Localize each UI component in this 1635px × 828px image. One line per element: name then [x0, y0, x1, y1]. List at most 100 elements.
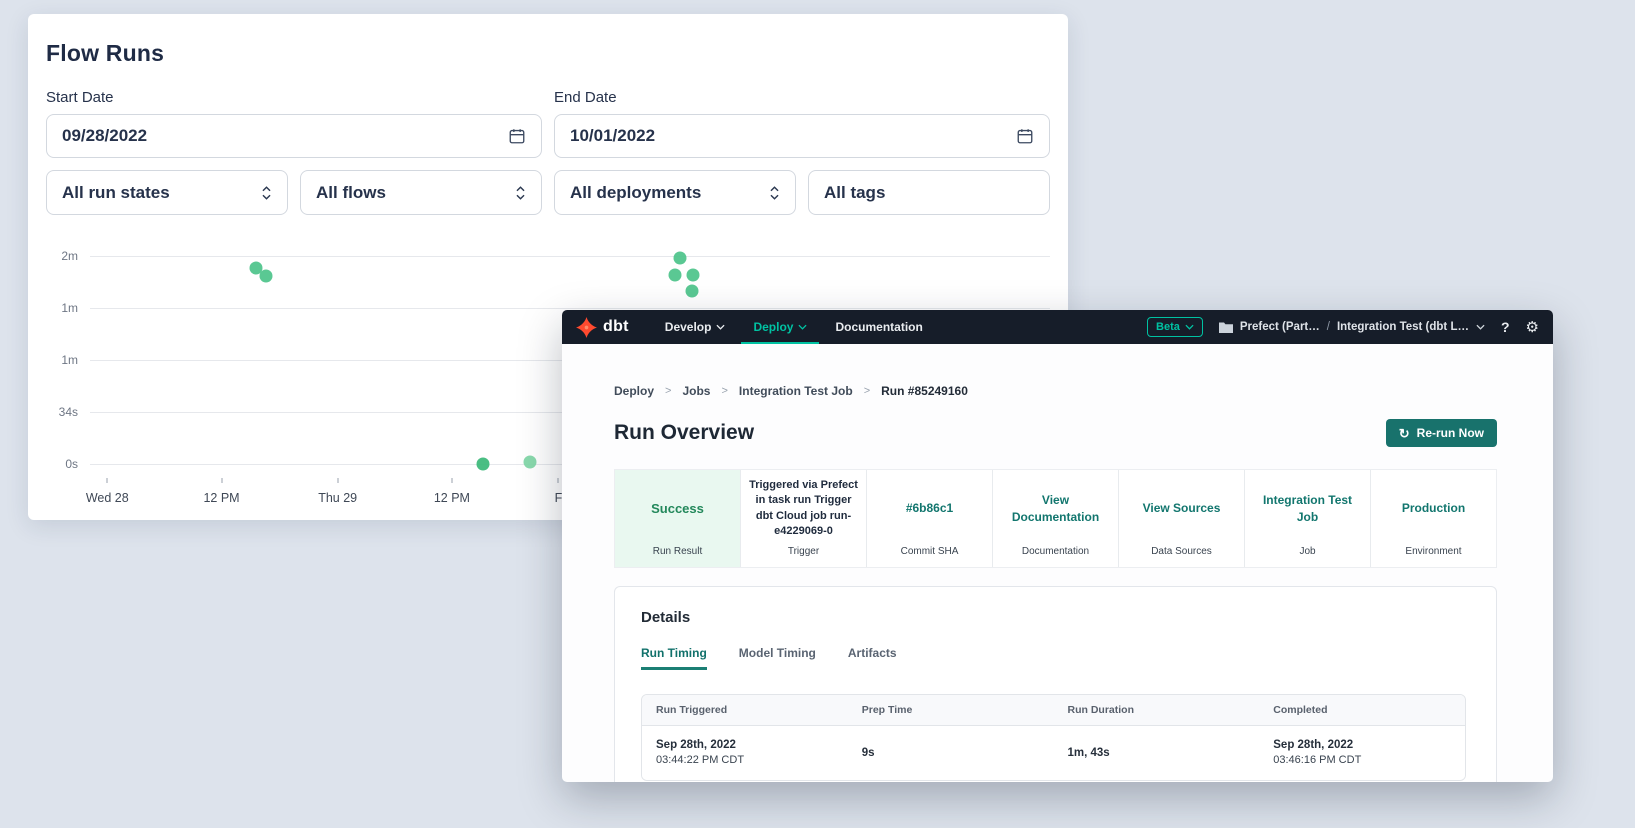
calendar-icon[interactable] [1016, 127, 1034, 145]
status-card-environment[interactable]: Production Environment [1371, 470, 1496, 567]
select-chevrons-icon [515, 185, 526, 201]
tab-artifacts[interactable]: Artifacts [848, 646, 897, 670]
y-axis-tick-label: 34s [28, 405, 78, 419]
status-card-run-result: Success Run Result [615, 470, 741, 567]
breadcrumb: Deploy>Jobs>Integration Test Job>Run #85… [614, 384, 1497, 398]
project-name: Prefect (Part… [1240, 321, 1320, 333]
flow-runs-title: Flow Runs [46, 40, 1050, 67]
breadcrumb-slash: / [1327, 321, 1330, 333]
dbt-logo-text: dbt [603, 318, 629, 336]
status-card-value[interactable]: View Documentation [1001, 478, 1110, 540]
dbt-content: Deploy>Jobs>Integration Test Job>Run #85… [562, 344, 1553, 782]
details-title: Details [641, 609, 1466, 626]
filter-select-run-states[interactable]: All run states [46, 170, 288, 215]
breadcrumb-item[interactable]: Deploy [614, 384, 654, 398]
tab-run-timing[interactable]: Run Timing [641, 646, 707, 670]
status-card-trigger: Triggered via Prefect in task run Trigge… [741, 470, 867, 567]
select-value: All flows [316, 183, 386, 203]
nav-item-develop[interactable]: Develop [653, 310, 738, 344]
date-filter-row: Start Date 09/28/2022 End Date 10/01/202… [46, 89, 1050, 158]
status-card-caption: Data Sources [1151, 546, 1212, 557]
table-cell: Sep 28th, 202203:44:22 PM CDT [642, 726, 848, 781]
rerun-now-button[interactable]: ↻ Re-run Now [1386, 419, 1497, 447]
table-cell: 1m, 43s [1054, 726, 1260, 781]
calendar-icon[interactable] [508, 127, 526, 145]
flow-run-dot[interactable] [668, 268, 681, 281]
flow-run-dot[interactable] [250, 262, 263, 275]
start-date-value: 09/28/2022 [62, 126, 147, 146]
select-value: All deployments [570, 183, 701, 203]
chevron-down-icon [798, 324, 807, 330]
end-date-input[interactable]: 10/01/2022 [554, 114, 1050, 158]
status-card-value: Success [651, 478, 704, 540]
start-date-label: Start Date [46, 89, 542, 106]
beta-dropdown[interactable]: Beta [1147, 317, 1203, 337]
tab-model-timing[interactable]: Model Timing [739, 646, 816, 670]
dbt-top-nav: dbt Develop Deploy Documentation Beta Pref… [562, 310, 1553, 344]
status-card-commit-sha[interactable]: #6b86c1 Commit SHA [867, 470, 993, 567]
folder-icon [1219, 321, 1233, 333]
flow-run-dot[interactable] [476, 458, 489, 471]
cell-line: 1m, 43s [1068, 745, 1246, 762]
beta-label: Beta [1156, 321, 1180, 333]
select-chevrons-icon [769, 185, 780, 201]
run-summary-cards: Success Run Result Triggered via Prefect i… [614, 469, 1497, 568]
flow-run-dot[interactable] [523, 455, 536, 468]
breadcrumb-item[interactable]: Integration Test Job [739, 384, 853, 398]
filter-select-deployments[interactable]: All deployments [554, 170, 796, 215]
status-card-caption: Commit SHA [901, 546, 959, 557]
status-card-value[interactable]: Production [1402, 478, 1465, 540]
status-card-caption: Job [1299, 546, 1315, 557]
column-header: Run Triggered [642, 695, 848, 725]
x-axis-tick-mark [221, 478, 222, 483]
flow-run-dot[interactable] [685, 284, 698, 297]
table-row: Sep 28th, 202203:44:22 PM CDT9s 1m, 43s Se… [642, 726, 1465, 781]
end-date-value: 10/01/2022 [570, 126, 655, 146]
breadcrumb-separator: > [721, 385, 727, 397]
select-chevrons-icon [261, 185, 272, 201]
cell-subline: 03:46:16 PM CDT [1273, 753, 1451, 769]
chevron-down-icon [716, 324, 725, 330]
status-card-value[interactable]: Integration Test Job [1253, 478, 1362, 540]
run-timing-table: Run TriggeredPrep TimeRun DurationComple… [641, 694, 1466, 782]
nav-item-deploy[interactable]: Deploy [741, 310, 819, 344]
status-card-value[interactable]: View Sources [1143, 478, 1221, 540]
breadcrumb-separator: > [665, 385, 671, 397]
dbt-cloud-window: dbt Develop Deploy Documentation Beta Pref… [562, 310, 1553, 782]
filter-select-tags[interactable]: All tags [808, 170, 1050, 215]
status-card-data-sources[interactable]: View Sources Data Sources [1119, 470, 1245, 567]
y-axis-tick-label: 2m [28, 249, 78, 263]
settings-gear-icon[interactable]: ⚙ [1526, 318, 1539, 336]
desktop-background: Flow Runs Start Date 09/28/2022 End Date… [0, 0, 1635, 828]
flow-run-dot[interactable] [674, 252, 687, 265]
flow-run-dot[interactable] [686, 268, 699, 281]
status-card-documentation[interactable]: View DocumentationDocumentation [993, 470, 1119, 567]
dbt-logo-icon [576, 317, 597, 338]
nav-item-documentation[interactable]: Documentation [823, 310, 934, 344]
details-tabs: Run Timing Model Timing Artifacts [641, 646, 1466, 670]
refresh-icon: ↻ [1399, 427, 1410, 440]
start-date-input[interactable]: 09/28/2022 [46, 114, 542, 158]
chart-gridline [90, 308, 1050, 309]
status-card-job[interactable]: Integration Test Job Job [1245, 470, 1371, 567]
table-cell: Sep 28th, 202203:46:16 PM CDT [1259, 726, 1465, 781]
help-icon[interactable]: ? [1501, 319, 1510, 335]
end-date-field: End Date 10/01/2022 [554, 89, 1050, 158]
filter-select-flows[interactable]: All flows [300, 170, 542, 215]
status-card-caption: Environment [1405, 546, 1461, 557]
chevron-down-icon [1476, 324, 1485, 330]
nav-menu: Develop Deploy Documentation [653, 310, 935, 344]
nav-item-label: Deploy [753, 320, 793, 334]
status-card-value[interactable]: #6b86c1 [906, 478, 953, 540]
breadcrumb-item: Run #85249160 [881, 384, 968, 398]
breadcrumb-item[interactable]: Jobs [682, 384, 710, 398]
status-card-caption: Run Result [653, 546, 702, 557]
table-cell: 9s [848, 726, 1054, 781]
flow-run-dot[interactable] [259, 269, 272, 282]
status-card-caption: Trigger [788, 546, 819, 557]
dbt-logo[interactable]: dbt [576, 310, 629, 344]
nav-item-label: Develop [665, 320, 712, 334]
column-header: Prep Time [848, 695, 1054, 725]
cell-line: Sep 28th, 2022 [656, 737, 834, 754]
project-environment-switcher[interactable]: Prefect (Part… / Integration Test (dbt L… [1219, 321, 1485, 333]
